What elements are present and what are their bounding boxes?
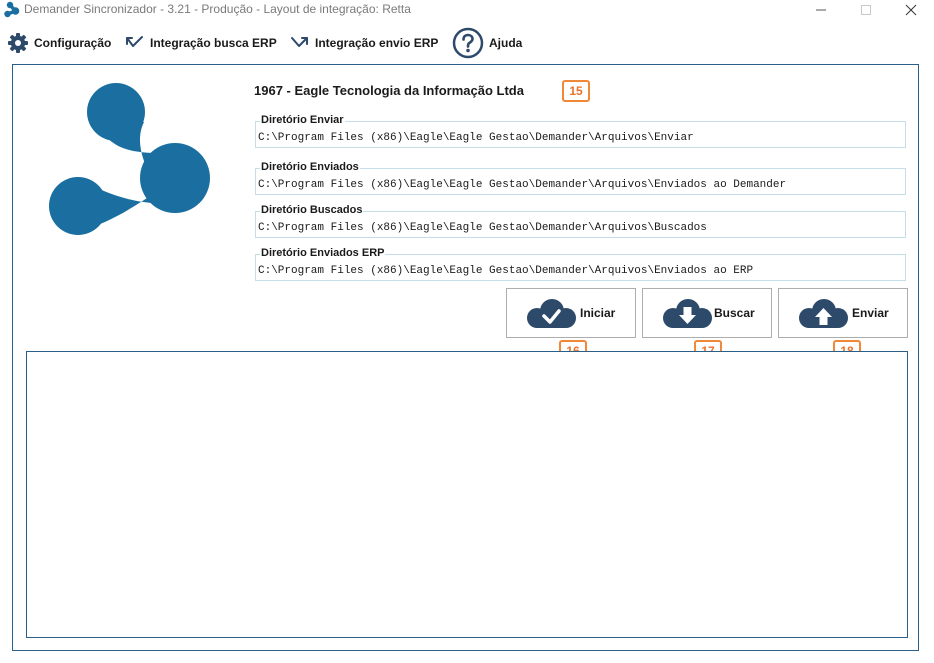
directory-enviar-group: Diretório Enviar C:\Program Files (x86)\… <box>255 114 906 148</box>
maximize-icon <box>861 5 871 15</box>
cloud-check-icon <box>527 299 576 328</box>
cloud-upload-icon <box>799 299 848 328</box>
question-circle-icon <box>452 27 484 59</box>
directory-enviar-path: C:\Program Files (x86)\Eagle\Eagle Gesta… <box>258 132 694 144</box>
menu-ajuda[interactable]: Ajuda <box>452 26 522 60</box>
directory-enviados-erp-label: Diretório Enviados ERP <box>260 247 386 260</box>
menu-integracao-busca-erp[interactable]: Integração busca ERP <box>125 26 277 60</box>
buscar-label: Buscar <box>714 306 755 320</box>
demander-logo <box>49 83 210 235</box>
gear-icon <box>8 33 28 53</box>
minimize-icon <box>816 9 826 11</box>
arrow-up-trend-icon <box>291 37 308 47</box>
directory-enviados-label: Diretório Enviados <box>260 161 360 174</box>
directory-enviados-erp-path: C:\Program Files (x86)\Eagle\Eagle Gesta… <box>258 265 754 277</box>
enviar-button[interactable]: Enviar <box>778 288 908 338</box>
directory-enviados-group: Diretório Enviados C:\Program Files (x86… <box>255 161 906 195</box>
iniciar-label: Iniciar <box>580 306 616 320</box>
menu-bar: Configuração Integração busca ERP Integr… <box>0 26 934 60</box>
cloud-download-icon <box>663 299 712 328</box>
app-logo-icon <box>4 1 20 18</box>
close-button[interactable] <box>888 0 934 20</box>
enviar-label: Enviar <box>852 306 889 320</box>
menu-integracao-busca-label: Integração busca ERP <box>150 36 277 50</box>
buscar-button[interactable]: Buscar <box>642 288 772 338</box>
log-output-area[interactable] <box>26 351 908 638</box>
menu-ajuda-label: Ajuda <box>489 36 523 50</box>
menu-configuracao[interactable]: Configuração <box>7 26 111 60</box>
window-title: Demander Sincronizador - 3.21 - Produção… <box>24 2 411 16</box>
company-name: 1967 - Eagle Tecnologia da Informação Lt… <box>254 83 524 98</box>
close-icon <box>905 4 917 16</box>
arrow-down-check-icon <box>126 36 143 47</box>
directory-enviados-erp-group: Diretório Enviados ERP C:\Program Files … <box>255 247 906 281</box>
directory-enviar-label: Diretório Enviar <box>260 114 345 127</box>
menu-configuracao-label: Configuração <box>34 36 112 50</box>
title-bar: Demander Sincronizador - 3.21 - Produção… <box>0 0 934 20</box>
directory-buscados-path: C:\Program Files (x86)\Eagle\Eagle Gesta… <box>258 222 707 234</box>
iniciar-button[interactable]: Iniciar <box>506 288 636 338</box>
menu-integracao-envio-label: Integração envio ERP <box>315 36 439 50</box>
directory-enviados-path: C:\Program Files (x86)\Eagle\Eagle Gesta… <box>258 179 787 191</box>
menu-integracao-envio-erp[interactable]: Integração envio ERP <box>290 26 438 60</box>
marker-15: 15 <box>562 80 590 102</box>
directory-buscados-label: Diretório Buscados <box>260 204 364 217</box>
directory-buscados-group: Diretório Buscados C:\Program Files (x86… <box>255 204 906 238</box>
minimize-button[interactable] <box>798 0 844 20</box>
maximize-button[interactable] <box>843 0 889 20</box>
